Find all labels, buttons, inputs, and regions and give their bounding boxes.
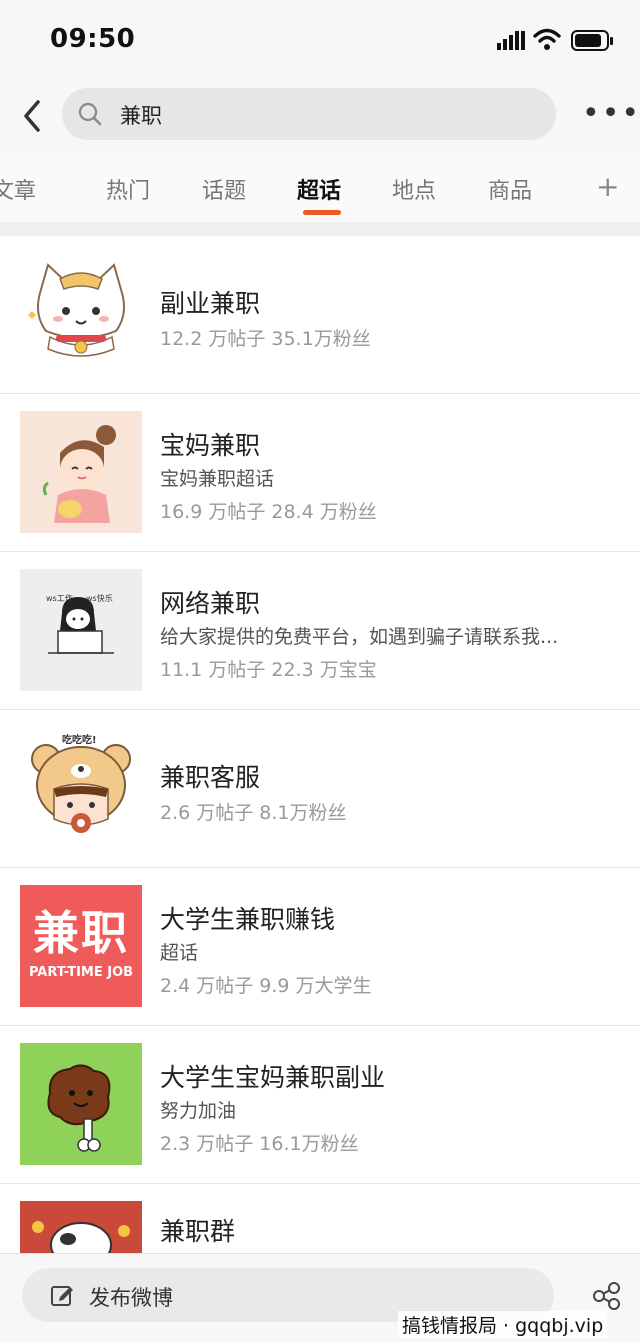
part-time-job-logo: 兼职 PART-TIME JOB [20,885,142,1007]
more-options-icon[interactable]: ••• [582,99,640,129]
super-topic-list: 副业兼职 12.2 万帖子 35.1万粉丝 宝妈兼职 宝妈兼职超话 16.9 万… [0,236,640,1342]
cat-mascot-icon [20,253,142,375]
topic-name: 网络兼职 [160,589,261,618]
tab-topics[interactable]: 话题 [202,173,246,205]
bear-hood-kid-icon: 吃吃吃! [20,727,142,849]
list-item[interactable]: 副业兼职 12.2 万帖子 35.1万粉丝 [0,236,640,394]
active-tab-indicator [303,210,341,215]
cellular-signal-icon [497,31,525,50]
compose-post-label: 发布微博 [89,1286,173,1310]
topic-name: 兼职客服 [160,763,261,792]
add-tab-icon[interactable]: + [596,170,619,203]
topic-name: 宝妈兼职 [160,431,261,460]
meat-drumstick-icon [20,1043,142,1165]
topic-description: 超话 [160,942,199,964]
logo-big-text: 兼职 [33,906,129,960]
tab-articles[interactable]: 文章 [0,173,36,205]
topic-name: 兼职群 [160,1217,236,1246]
topic-stats: 12.2 万帖子 35.1万粉丝 [160,328,371,350]
topic-description: 宝妈兼职超话 [160,468,275,490]
list-item[interactable]: 大学生宝妈兼职副业 努力加油 2.3 万帖子 16.1万粉丝 [0,1026,640,1184]
back-arrow-icon[interactable] [18,96,48,136]
topic-stats: 16.9 万帖子 28.4 万粉丝 [160,501,377,523]
tab-places[interactable]: 地点 [392,173,436,205]
tab-super-topics[interactable]: 超话 [297,173,341,205]
tab-products[interactable]: 商品 [488,173,532,205]
thumb-caption-right: ws快乐 [86,594,113,603]
battery-icon [571,30,613,51]
list-item[interactable]: 兼职 PART-TIME JOB 大学生兼职赚钱 超话 2.4 万帖子 9.9 … [0,868,640,1026]
topic-name: 大学生宝妈兼职副业 [160,1063,386,1092]
topic-stats: 2.6 万帖子 8.1万粉丝 [160,802,347,824]
status-time: 09:50 [50,24,136,54]
watermark: 搞钱情报局 · gqqbj.vip [398,1311,608,1338]
list-item[interactable]: 宝妈兼职 宝妈兼职超话 16.9 万帖子 28.4 万粉丝 [0,394,640,552]
topic-name: 副业兼职 [160,289,261,318]
edit-icon [51,1286,73,1306]
list-item[interactable]: ws工作 ws快乐 网络兼职 给大家提供的免费平台，如遇到骗子请联系我... 1… [0,552,640,710]
section-divider [0,222,640,236]
search-header: 兼职 ••• [0,82,640,153]
share-icon[interactable] [592,1281,622,1311]
search-query: 兼职 [120,104,162,128]
search-icon [78,102,102,126]
topic-stats: 11.1 万帖子 22.3 万宝宝 [160,659,377,681]
logo-small-text: PART-TIME JOB [28,965,134,980]
topic-description: 给大家提供的免费平台，如遇到骗子请联系我... [160,626,559,648]
wifi-icon [533,28,561,50]
topic-stats: 2.3 万帖子 16.1万粉丝 [160,1133,359,1155]
tab-hot[interactable]: 热门 [106,173,150,205]
topic-stats: 2.4 万帖子 9.9 万大学生 [160,975,372,997]
mom-cartoon-icon [20,411,142,533]
result-tabs: 文章 热门 话题 超话 地点 商品 + [0,152,640,222]
thumb-caption: 吃吃吃! [62,735,97,746]
topic-name: 大学生兼职赚钱 [160,905,336,934]
status-bar: 09:50 [0,0,640,82]
list-item[interactable]: 吃吃吃! 兼职客服 2.6 万帖子 8.1万粉丝 [0,710,640,868]
girl-sketch-icon: ws工作 ws快乐 [20,569,142,691]
thumb-caption-left: ws工作 [46,594,73,603]
topic-description: 努力加油 [160,1100,237,1122]
search-input[interactable]: 兼职 [62,88,556,140]
